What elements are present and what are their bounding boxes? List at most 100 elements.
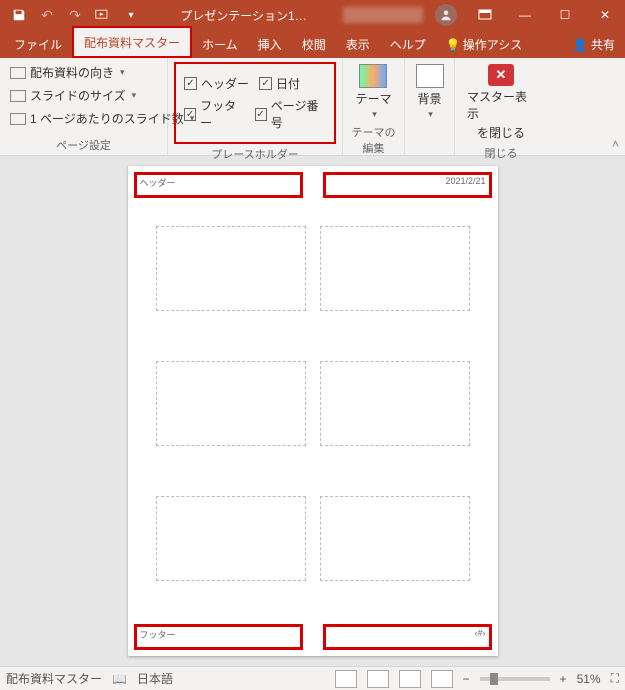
header-placeholder[interactable]: ヘッダー [136,174,301,196]
zoom-out-icon[interactable]: − [463,672,470,686]
window-controls: — ☐ ✕ [465,0,625,30]
window-title: プレゼンテーション1… [144,7,343,24]
group-background: 背景 ▾ [405,58,455,155]
orientation-icon [10,67,26,79]
slide-thumbnail-3 [156,361,306,446]
group-label-placeholders: プレースホルダー [174,144,336,162]
tab-handout-master[interactable]: 配布資料マスター [72,26,192,58]
checkbox-page-number-label: ページ番号 [271,97,326,131]
status-language[interactable]: 日本語 [137,670,173,687]
checkbox-footer[interactable]: ✓ フッター [184,97,245,131]
account-name-blurred [343,7,423,23]
footer-placeholder-text: フッター [140,630,176,640]
chevron-down-icon: ▾ [428,109,433,120]
tab-tell-me[interactable]: 💡操作アシス [436,30,532,58]
status-view-name: 配布資料マスター [6,670,102,687]
account-avatar[interactable] [435,4,457,26]
checkbox-header-label: ヘッダー [201,75,249,92]
checkbox-checked-icon: ✓ [184,77,197,90]
close-master-label-2: を閉じる [477,124,525,141]
group-label-page-setup: ページ設定 [6,135,161,153]
slide-thumbnail-1 [156,226,306,311]
reading-view-icon[interactable] [399,670,421,688]
zoom-slider[interactable] [480,677,550,681]
group-page-setup: 配布資料の向き▾ スライドのサイズ▾ 1 ページあたりのスライド数▾ ページ設定 [0,58,168,155]
slide-size-label: スライドのサイズ [30,87,126,104]
tab-tell-me-label: 操作アシス [463,38,523,52]
fit-to-window-icon[interactable]: ⛶ [611,671,619,686]
background-label: 背景 [417,90,441,107]
group-label-edit-theme: テーマの編集 [349,122,398,156]
group-close: ✕ マスター表示 を閉じる 閉じる [455,58,547,155]
checkbox-header[interactable]: ✓ ヘッダー [184,75,249,92]
undo-icon[interactable]: ↶ [34,2,60,28]
slide-thumbnail-4 [320,361,470,446]
collapse-ribbon-icon[interactable]: ˄ [612,137,619,151]
group-placeholders: ✓ヘッダー ✓日付 ✓フッター ✓ページ番号 プレースホルダー [168,58,343,155]
tab-view[interactable]: 表示 [336,30,380,58]
share-label: 共有 [591,38,615,52]
ribbon-display-options-icon[interactable] [465,0,505,30]
ribbon-tabs: ファイル 配布資料マスター ホーム 挿入 校閲 表示 ヘルプ 💡操作アシス 👤 … [0,30,625,58]
date-placeholder[interactable]: 2021/2/21 [325,174,490,196]
slide-thumbnail-2 [320,226,470,311]
checkbox-checked-icon: ✓ [259,77,272,90]
themes-button[interactable]: テーマ ▾ [349,62,397,122]
slide-thumbnail-5 [156,496,306,581]
status-bar: 配布資料マスター 📖 日本語 − + 51% ⛶ [0,666,625,690]
slideshow-view-icon[interactable] [431,670,453,688]
slide-size-icon [10,90,26,102]
close-master-icon: ✕ [488,64,514,86]
slides-per-page-icon [10,113,26,125]
editing-canvas[interactable]: ヘッダー 2021/2/21 フッター ‹#› [0,156,625,666]
checkbox-checked-icon: ✓ [255,108,267,121]
zoom-slider-thumb[interactable] [490,673,498,685]
chevron-down-icon: ▾ [132,90,137,101]
checkbox-footer-label: フッター [200,97,244,131]
zoom-in-icon[interactable]: + [560,672,567,686]
redo-icon[interactable]: ↷ [62,2,88,28]
checkbox-page-number[interactable]: ✓ ページ番号 [255,97,326,131]
ribbon: 配布資料の向き ▾ スライドのサイズ ▾ 1 ページあたりのスライド数 ▾ ページ設定… [0,58,625,156]
quick-access-toolbar: ↶ ↷ ▾ [0,2,144,28]
placeholders-highlight: ✓ヘッダー ✓日付 ✓フッター ✓ページ番号 [174,62,336,144]
tab-help[interactable]: ヘルプ [380,30,436,58]
share-icon: 👤 [573,38,588,52]
checkbox-date[interactable]: ✓ 日付 [259,75,300,92]
minimize-icon[interactable]: — [505,0,545,30]
start-from-beginning-icon[interactable] [90,2,116,28]
handout-page[interactable]: ヘッダー 2021/2/21 フッター ‹#› [128,166,498,656]
zoom-level[interactable]: 51% [577,672,601,686]
page-number-placeholder[interactable]: ‹#› [325,626,490,648]
save-icon[interactable] [6,2,32,28]
checkbox-date-label: 日付 [276,75,300,92]
qat-customize-icon[interactable]: ▾ [118,2,144,28]
orientation-label: 配布資料の向き [30,64,114,81]
tab-insert[interactable]: 挿入 [248,30,292,58]
background-button[interactable]: 背景 ▾ [410,62,450,139]
date-placeholder-text: 2021/2/21 [445,176,485,186]
slides-per-page-label: 1 ページあたりのスライド数 [30,110,184,127]
slide-thumbnail-6 [320,496,470,581]
group-label-background [411,139,448,153]
group-edit-theme: テーマ ▾ テーマの編集 [343,58,405,155]
checkbox-checked-icon: ✓ [184,108,196,121]
tab-file[interactable]: ファイル [4,30,72,58]
close-master-view-button[interactable]: ✕ マスター表示 を閉じる [461,62,541,143]
header-placeholder-text: ヘッダー [140,178,176,188]
close-master-label-1: マスター表示 [467,88,535,122]
group-label-close: 閉じる [461,143,541,161]
tab-home[interactable]: ホーム [192,30,248,58]
themes-label: テーマ [355,90,391,107]
spellcheck-icon[interactable]: 📖 [112,672,127,686]
close-window-icon[interactable]: ✕ [585,0,625,30]
share-button[interactable]: 👤 共有 [563,30,625,58]
tab-review[interactable]: 校閲 [292,30,336,58]
normal-view-icon[interactable] [335,670,357,688]
slide-sorter-view-icon[interactable] [367,670,389,688]
themes-icon [359,64,387,88]
footer-placeholder[interactable]: フッター [136,626,301,648]
chevron-down-icon: ▾ [120,67,125,78]
maximize-icon[interactable]: ☐ [545,0,585,30]
page-number-placeholder-text: ‹#› [475,628,486,638]
